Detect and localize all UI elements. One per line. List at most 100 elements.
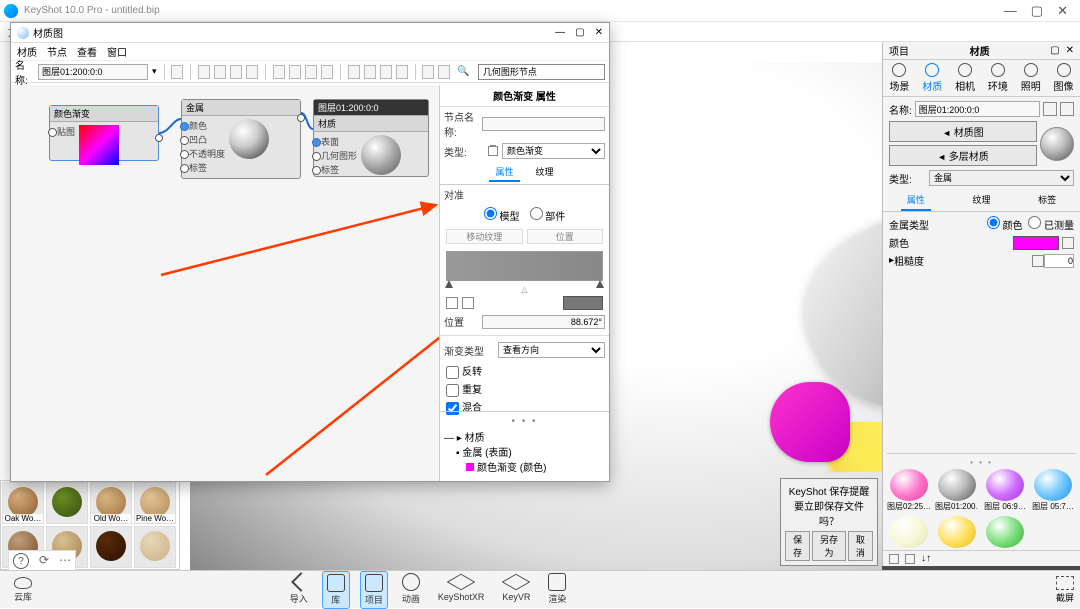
- gradtype-select[interactable]: 查看方向: [498, 342, 605, 358]
- node-search-input[interactable]: [478, 64, 605, 80]
- mg-close-icon[interactable]: ✕: [595, 27, 603, 38]
- color-picker-icon[interactable]: [446, 297, 458, 309]
- keyshotxr-button[interactable]: KeyShotXR: [434, 571, 489, 609]
- tree-item[interactable]: ▪ 金属 (表面): [444, 444, 605, 459]
- cancel-button[interactable]: 取消: [848, 531, 873, 561]
- toolbar-tool-icon[interactable]: [289, 65, 301, 79]
- import-button[interactable]: 导入: [286, 571, 312, 609]
- tab-scene[interactable]: 场景: [883, 60, 916, 96]
- material-swatch[interactable]: 图层01:200…: [935, 469, 979, 512]
- sort-icon[interactable]: ↓↑: [921, 553, 931, 564]
- save-button[interactable]: 保存: [785, 531, 810, 561]
- project-button[interactable]: 项目: [360, 571, 388, 609]
- mg-minimize-icon[interactable]: —: [555, 27, 565, 38]
- toolbar-tool-icon[interactable]: [438, 65, 450, 79]
- material-name-input[interactable]: [38, 64, 148, 80]
- list-view-icon[interactable]: [905, 554, 915, 564]
- type-select[interactable]: 颜色渐变: [502, 143, 605, 159]
- material-swatch[interactable]: [887, 516, 931, 548]
- material-type-select[interactable]: 金属: [929, 170, 1074, 186]
- reset-button[interactable]: 位置: [527, 229, 604, 244]
- roughness-input[interactable]: [1044, 254, 1074, 268]
- subtab-texture[interactable]: 纹理: [966, 190, 996, 211]
- save-mat-icon[interactable]: [1060, 102, 1074, 116]
- toolbar-tool-icon[interactable]: [422, 65, 434, 79]
- remove-stop-icon[interactable]: [462, 297, 474, 309]
- toolbar-tool-icon[interactable]: [348, 65, 360, 79]
- panel-close-icon[interactable]: ✕: [1066, 45, 1074, 56]
- material-swatch[interactable]: [935, 516, 979, 548]
- tab-lighting[interactable]: 照明: [1014, 60, 1047, 96]
- saveas-button[interactable]: 另存为: [812, 531, 846, 561]
- matgraph-button[interactable]: ◄ 材质图: [889, 121, 1037, 142]
- material-swatch[interactable]: 图层 05:7…: [1031, 469, 1075, 512]
- color-texture-icon[interactable]: [1062, 237, 1074, 249]
- metaltype-measured-radio[interactable]: 已测量: [1028, 221, 1074, 232]
- animation-button[interactable]: 动画: [398, 571, 424, 609]
- material-swatch[interactable]: [983, 516, 1027, 548]
- minimize-icon[interactable]: —: [1004, 3, 1017, 19]
- toolbar-tool-icon[interactable]: [364, 65, 376, 79]
- material-thumb[interactable]: [134, 526, 176, 568]
- render-button[interactable]: 渲染: [544, 571, 570, 609]
- nodename-input[interactable]: [482, 117, 605, 131]
- metaltype-color-radio[interactable]: 颜色: [987, 221, 1023, 232]
- material-preview-sphere[interactable]: [1040, 127, 1074, 161]
- cloud-library-button[interactable]: 云库: [10, 575, 36, 605]
- mg-menu-view[interactable]: 查看: [77, 44, 97, 59]
- gradient-stop[interactable]: [596, 280, 604, 288]
- gradient-color-swatch[interactable]: [563, 296, 603, 310]
- tree-root[interactable]: — ▸ 材质: [444, 429, 605, 444]
- move-texture-button[interactable]: 移动纹理: [446, 229, 523, 244]
- help-icon[interactable]: ?: [13, 553, 29, 569]
- subtab-label[interactable]: 标签: [1032, 190, 1062, 211]
- maximize-icon[interactable]: ▢: [1031, 3, 1043, 19]
- material-name-input[interactable]: [915, 101, 1040, 117]
- material-color-swatch[interactable]: [1013, 236, 1059, 250]
- material-swatch[interactable]: 图层02:25…: [887, 469, 931, 512]
- library-button[interactable]: 库: [322, 571, 350, 609]
- material-graph-canvas[interactable]: 颜色渐变 贴图 金属 颜色 凹凸 不透明度 标签 图层01:20: [11, 85, 441, 481]
- toolbar-tool-icon[interactable]: [305, 65, 317, 79]
- toolbar-tool-icon[interactable]: [380, 65, 392, 79]
- close-icon[interactable]: ✕: [1057, 3, 1068, 19]
- repeat-checkbox[interactable]: 重复: [446, 380, 603, 398]
- toolbar-tool-icon[interactable]: [198, 65, 210, 79]
- multimat-button[interactable]: ◄ 多层材质: [889, 145, 1037, 166]
- tab-image[interactable]: 图像: [1047, 60, 1080, 96]
- toolbar-tool-icon[interactable]: [246, 65, 258, 79]
- tab-texture[interactable]: 纹理: [530, 163, 560, 182]
- assign-icon[interactable]: [1043, 102, 1057, 116]
- toolbar-tool-icon[interactable]: [230, 65, 242, 79]
- mg-maximize-icon[interactable]: ▢: [575, 27, 584, 38]
- more-icon[interactable]: ⋯: [59, 553, 71, 569]
- panel-pop-icon[interactable]: ▢: [1050, 45, 1059, 56]
- tab-camera[interactable]: 相机: [949, 60, 982, 96]
- toolbar-tool-icon[interactable]: [214, 65, 226, 79]
- tab-material[interactable]: 材质: [916, 60, 949, 96]
- gradient-stop[interactable]: [445, 280, 453, 288]
- tree-item[interactable]: 颜色渐变 (颜色): [444, 459, 605, 474]
- target-model-radio[interactable]: 模型: [484, 207, 520, 223]
- tab-environment[interactable]: 环境: [981, 60, 1014, 96]
- reverse-checkbox[interactable]: 反转: [446, 362, 603, 380]
- target-part-radio[interactable]: 部件: [530, 207, 566, 223]
- gradient-bar[interactable]: [446, 251, 603, 281]
- tab-properties[interactable]: 属性: [489, 163, 519, 182]
- material-swatch[interactable]: 图层 06:9…: [983, 469, 1027, 512]
- toolbar-tool-icon[interactable]: [273, 65, 285, 79]
- toolbar-save-icon[interactable]: [171, 65, 183, 79]
- material-graph-titlebar[interactable]: 材质图 — ▢ ✕: [11, 23, 609, 43]
- trash-icon[interactable]: [488, 146, 498, 156]
- subtab-properties[interactable]: 属性: [901, 190, 931, 211]
- toolbar-tool-icon[interactable]: [321, 65, 333, 79]
- roughness-texture-icon[interactable]: [1032, 255, 1044, 267]
- dropdown-arrow-icon[interactable]: ▾: [152, 66, 157, 77]
- toolbar-tool-icon[interactable]: [396, 65, 408, 79]
- grid-view-icon[interactable]: [889, 554, 899, 564]
- keyvr-button[interactable]: KeyVR: [498, 571, 534, 609]
- screenshot-button[interactable]: 截屏: [1056, 576, 1074, 604]
- mg-menu-window[interactable]: 窗口: [107, 44, 127, 59]
- history-icon[interactable]: ⟳: [39, 553, 49, 569]
- material-thumb[interactable]: [90, 526, 132, 568]
